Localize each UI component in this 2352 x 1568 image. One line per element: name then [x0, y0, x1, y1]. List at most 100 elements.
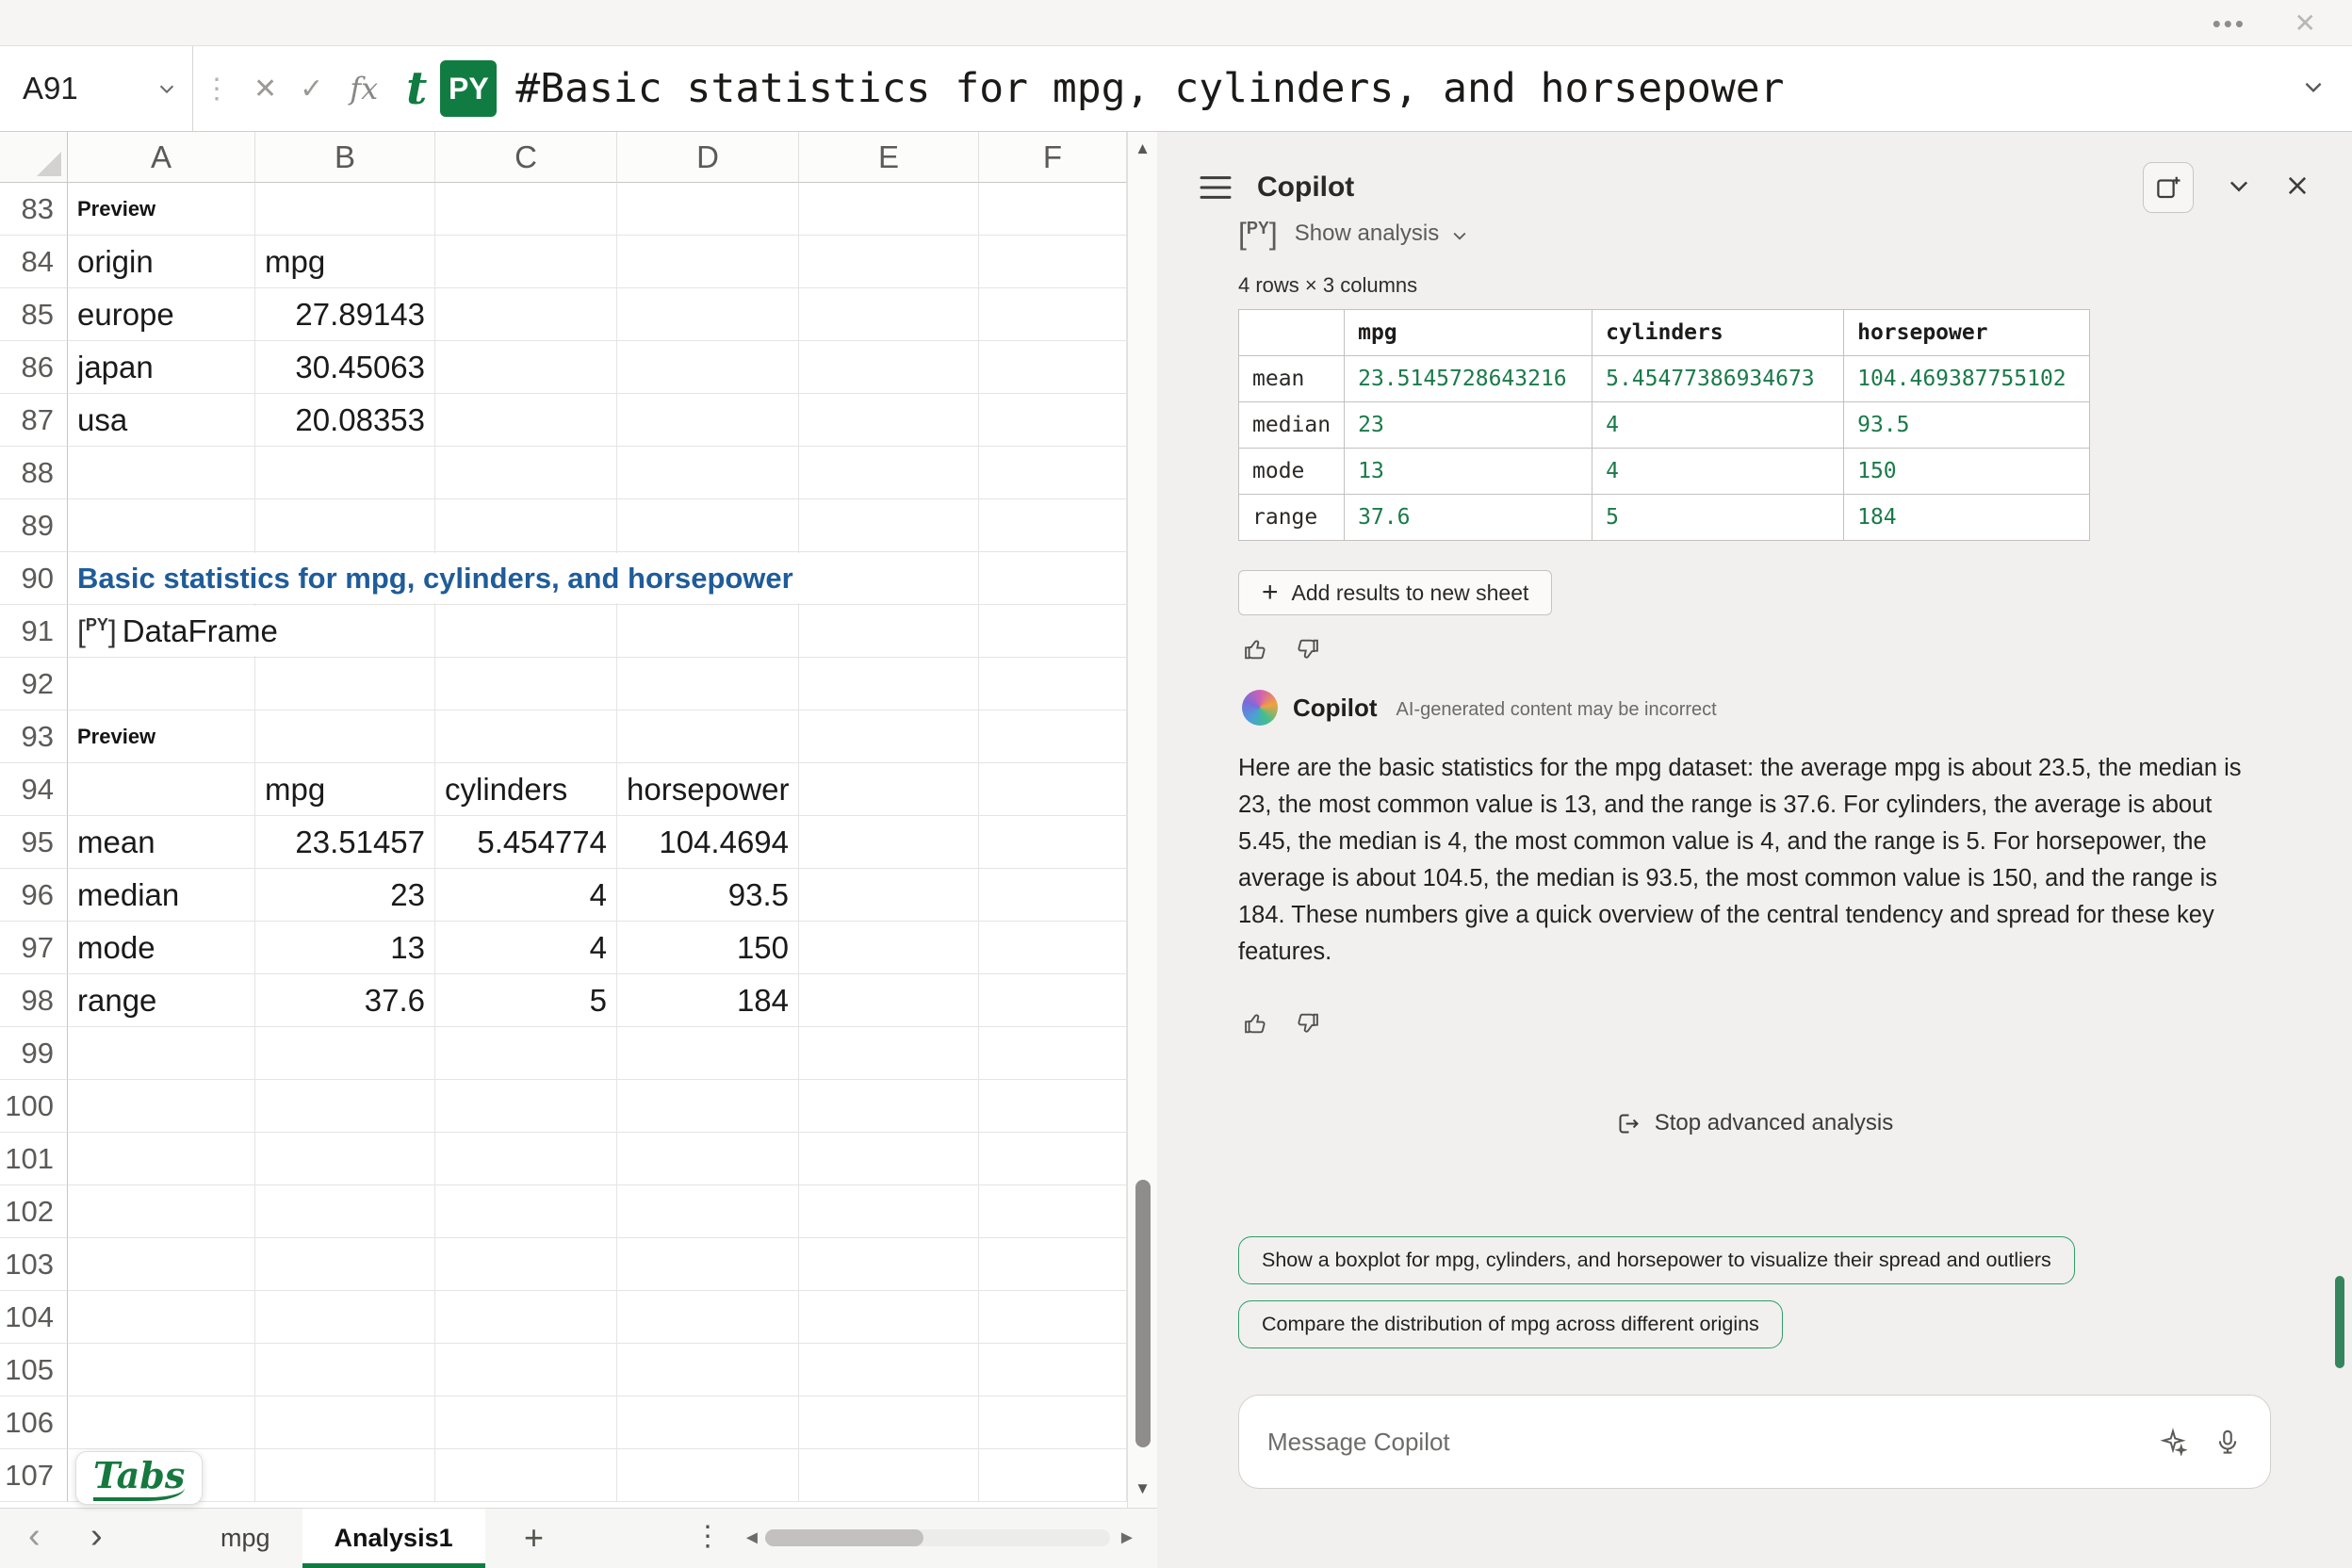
cell-B89[interactable] — [255, 499, 435, 552]
cell-C105[interactable] — [435, 1344, 617, 1396]
cell-F95[interactable] — [979, 816, 1127, 869]
cell-F89[interactable] — [979, 499, 1127, 552]
cell-B98[interactable]: 37.6 — [255, 974, 435, 1027]
cell-E98[interactable] — [799, 974, 979, 1027]
cell-B84[interactable]: mpg — [255, 236, 435, 288]
column-header-D[interactable]: D — [617, 132, 799, 183]
thumbs-up-icon[interactable] — [1242, 636, 1268, 662]
cell-C86[interactable] — [435, 341, 617, 394]
cell-D94[interactable]: horsepower — [617, 763, 799, 816]
cell-F86[interactable] — [979, 341, 1127, 394]
cell-D103[interactable] — [617, 1238, 799, 1291]
cell-D87[interactable] — [617, 394, 799, 447]
row-header-98[interactable]: 98 — [0, 974, 68, 1027]
cell-E91[interactable] — [799, 605, 979, 658]
cell-C103[interactable] — [435, 1238, 617, 1291]
cell-F90[interactable] — [979, 552, 1127, 605]
row-header-99[interactable]: 99 — [0, 1027, 68, 1080]
cell-C107[interactable] — [435, 1449, 617, 1502]
row-header-95[interactable]: 95 — [0, 816, 68, 869]
cell-B105[interactable] — [255, 1344, 435, 1396]
cell-D89[interactable] — [617, 499, 799, 552]
row-header-100[interactable]: 100 — [0, 1080, 68, 1133]
cell-C106[interactable] — [435, 1396, 617, 1449]
row-header-107[interactable]: 107 — [0, 1449, 68, 1502]
stop-advanced-analysis-button[interactable]: Stop advanced analysis — [1157, 1110, 2352, 1136]
cell-F101[interactable] — [979, 1133, 1127, 1185]
new-chat-button[interactable] — [2143, 162, 2194, 213]
row-header-106[interactable]: 106 — [0, 1396, 68, 1449]
cell-F98[interactable] — [979, 974, 1127, 1027]
cell-E84[interactable] — [799, 236, 979, 288]
cancel-entry-icon[interactable]: ✕ — [253, 73, 277, 106]
vertical-scroll-thumb[interactable] — [1135, 1180, 1151, 1447]
cell-A104[interactable] — [68, 1291, 255, 1344]
cell-A94[interactable] — [68, 763, 255, 816]
cell-A86[interactable]: japan — [68, 341, 255, 394]
close-pane-icon[interactable] — [2284, 172, 2311, 204]
cell-B92[interactable] — [255, 658, 435, 710]
copilot-sparkle-icon[interactable] — [2159, 1428, 2187, 1456]
copilot-message-box[interactable] — [1238, 1395, 2271, 1489]
microphone-icon[interactable] — [2213, 1428, 2242, 1456]
cell-B100[interactable] — [255, 1080, 435, 1133]
sheet-nav-back-icon[interactable]: ‹ — [28, 1516, 41, 1557]
menu-icon[interactable] — [1199, 173, 1233, 202]
cell-B102[interactable] — [255, 1185, 435, 1238]
cell-E90[interactable] — [799, 552, 979, 605]
cell-F93[interactable] — [979, 710, 1127, 763]
cell-D107[interactable] — [617, 1449, 799, 1502]
cell-C91[interactable] — [435, 605, 617, 658]
cell-F100[interactable] — [979, 1080, 1127, 1133]
cell-F87[interactable] — [979, 394, 1127, 447]
cell-E104[interactable] — [799, 1291, 979, 1344]
cell-E101[interactable] — [799, 1133, 979, 1185]
row-header-90[interactable]: 90 — [0, 552, 68, 605]
cell-A101[interactable] — [68, 1133, 255, 1185]
cell-A88[interactable] — [68, 447, 255, 499]
sheet-more-icon[interactable]: ⋮ — [694, 1520, 722, 1553]
cell-F91[interactable] — [979, 605, 1127, 658]
cell-D95[interactable]: 104.4694 — [617, 816, 799, 869]
cell-A92[interactable] — [68, 658, 255, 710]
cell-B101[interactable] — [255, 1133, 435, 1185]
cell-A99[interactable] — [68, 1027, 255, 1080]
cell-A91[interactable]: [PY]DataFrame — [68, 605, 255, 658]
cell-E85[interactable] — [799, 288, 979, 341]
hscroll-right-icon[interactable]: ► — [1118, 1527, 1136, 1549]
cell-B106[interactable] — [255, 1396, 435, 1449]
row-header-89[interactable]: 89 — [0, 499, 68, 552]
cell-A87[interactable]: usa — [68, 394, 255, 447]
cell-C101[interactable] — [435, 1133, 617, 1185]
cell-F104[interactable] — [979, 1291, 1127, 1344]
cell-C89[interactable] — [435, 499, 617, 552]
cell-B94[interactable]: mpg — [255, 763, 435, 816]
cell-D92[interactable] — [617, 658, 799, 710]
cell-C88[interactable] — [435, 447, 617, 499]
cell-D99[interactable] — [617, 1027, 799, 1080]
select-all-corner[interactable] — [0, 132, 68, 183]
cell-E97[interactable] — [799, 922, 979, 974]
row-header-103[interactable]: 103 — [0, 1238, 68, 1291]
cell-B83[interactable] — [255, 183, 435, 236]
row-header-96[interactable]: 96 — [0, 869, 68, 922]
cell-D91[interactable] — [617, 605, 799, 658]
cell-D101[interactable] — [617, 1133, 799, 1185]
cell-D96[interactable]: 93.5 — [617, 869, 799, 922]
row-header-105[interactable]: 105 — [0, 1344, 68, 1396]
cell-B107[interactable] — [255, 1449, 435, 1502]
cell-F99[interactable] — [979, 1027, 1127, 1080]
name-box[interactable]: A91 — [0, 46, 193, 131]
cell-E92[interactable] — [799, 658, 979, 710]
row-header-85[interactable]: 85 — [0, 288, 68, 341]
cell-D98[interactable]: 184 — [617, 974, 799, 1027]
cell-D86[interactable] — [617, 341, 799, 394]
cell-D93[interactable] — [617, 710, 799, 763]
cell-B99[interactable] — [255, 1027, 435, 1080]
cell-D102[interactable] — [617, 1185, 799, 1238]
cell-F97[interactable] — [979, 922, 1127, 974]
cell-F102[interactable] — [979, 1185, 1127, 1238]
sheet-tab-mpg[interactable]: mpg — [188, 1509, 302, 1568]
formula-input[interactable]: #Basic statistics for mpg, cylinders, an… — [515, 65, 2301, 112]
column-header-E[interactable]: E — [799, 132, 979, 183]
